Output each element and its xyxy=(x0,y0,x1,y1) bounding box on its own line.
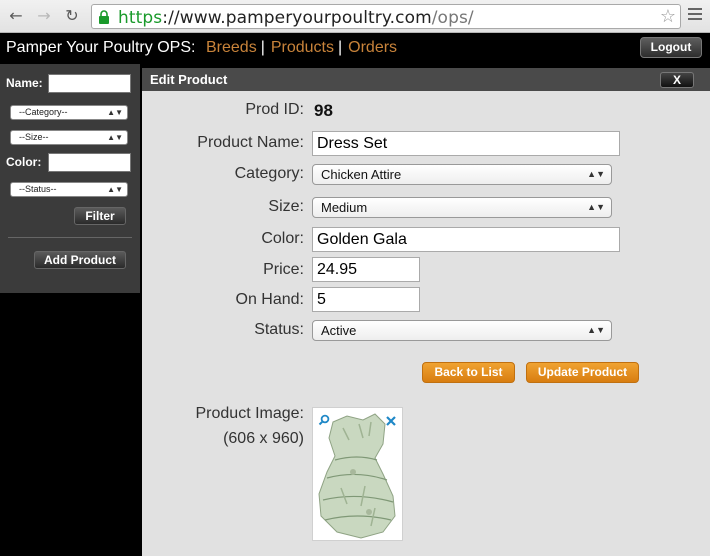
filter-sidebar: Name: --Category-- ▲▼ --Size-- ▲▼ Color: -… xyxy=(0,64,140,293)
select-arrows-icon: ▲▼ xyxy=(107,185,123,194)
category-label: Category: xyxy=(234,165,304,182)
product-image-label: Product Image: xyxy=(195,405,305,422)
name-filter-label: Name: xyxy=(6,76,43,90)
product-photo xyxy=(318,413,396,539)
edit-product-panel: Edit Product X Prod ID: 98 Product Name:… xyxy=(142,68,710,556)
nav-breeds-link[interactable]: Breeds xyxy=(206,39,257,56)
on-hand-label: On Hand: xyxy=(235,291,304,308)
status-select[interactable]: Active ▲▼ xyxy=(312,320,612,341)
size-filter-select[interactable]: --Size-- ▲▼ xyxy=(10,130,128,145)
sidebar-divider xyxy=(8,237,132,238)
color-filter-input[interactable] xyxy=(48,153,131,172)
status-filter-value: --Status-- xyxy=(19,184,57,194)
brand-title: Pamper Your Poultry OPS: xyxy=(6,39,196,56)
size-label: Size: xyxy=(268,198,304,215)
select-arrows-icon: ▲▼ xyxy=(587,169,605,179)
url-separator: :// xyxy=(162,8,180,28)
select-arrows-icon: ▲▼ xyxy=(587,325,605,335)
name-filter-input[interactable] xyxy=(48,74,131,93)
top-nav: Breeds | Products | Orders xyxy=(206,39,397,57)
product-image-dims: (606 x 960) xyxy=(223,430,304,447)
product-name-label: Product Name: xyxy=(197,134,304,151)
size-value: Medium xyxy=(321,200,368,215)
prod-id-value: 98 xyxy=(314,101,333,120)
nav-separator: | xyxy=(260,39,265,56)
bookmark-star-icon[interactable]: ☆ xyxy=(660,6,676,27)
back-arrow-icon[interactable]: ← xyxy=(6,6,26,26)
zoom-icon[interactable] xyxy=(318,414,330,426)
category-filter-select[interactable]: --Category-- ▲▼ xyxy=(10,105,128,120)
nav-separator: | xyxy=(338,39,343,56)
url-scheme: https xyxy=(118,8,163,28)
forward-arrow-icon[interactable]: → xyxy=(34,6,54,26)
logout-button[interactable]: Logout xyxy=(640,37,702,58)
color-filter-label: Color: xyxy=(6,155,42,169)
category-value: Chicken Attire xyxy=(321,167,402,182)
panel-header: Edit Product X xyxy=(142,68,710,91)
status-value: Active xyxy=(321,323,357,338)
filter-button[interactable]: Filter xyxy=(74,207,126,225)
select-arrows-icon: ▲▼ xyxy=(587,202,605,212)
product-image-thumbnail[interactable] xyxy=(312,407,403,541)
status-label: Status: xyxy=(254,321,304,338)
reload-icon[interactable]: ↻ xyxy=(62,6,82,26)
status-filter-select[interactable]: --Status-- ▲▼ xyxy=(10,182,128,197)
color-input[interactable]: Golden Gala xyxy=(312,227,620,252)
select-arrows-icon: ▲▼ xyxy=(107,133,123,142)
nav-products-link[interactable]: Products xyxy=(271,39,334,56)
price-label: Price: xyxy=(263,261,304,278)
url-path: /ops/ xyxy=(431,8,474,28)
remove-image-icon[interactable] xyxy=(385,415,397,427)
nav-orders-link[interactable]: Orders xyxy=(348,39,397,56)
category-filter-value: --Category-- xyxy=(19,107,68,117)
select-arrows-icon: ▲▼ xyxy=(107,108,123,117)
size-select[interactable]: Medium ▲▼ xyxy=(312,197,612,218)
product-name-input[interactable]: Dress Set xyxy=(312,131,620,156)
add-product-button[interactable]: Add Product xyxy=(34,251,126,269)
browser-toolbar: ← → ↻ https://www.pamperyourpoultry.com/… xyxy=(0,0,710,33)
color-label: Color: xyxy=(261,230,304,247)
browser-menu-icon[interactable] xyxy=(688,8,702,22)
app-header: Pamper Your Poultry OPS: Breeds | Products… xyxy=(0,33,710,64)
lock-icon xyxy=(99,10,109,24)
prod-id-label: Prod ID: xyxy=(245,101,304,118)
price-input[interactable]: 24.95 xyxy=(312,257,420,282)
url-text: https://www.pamperyourpoultry.com/ops/ xyxy=(118,8,474,28)
panel-title: Edit Product xyxy=(150,72,228,87)
size-filter-value: --Size-- xyxy=(19,132,49,142)
on-hand-input[interactable]: 5 xyxy=(312,287,420,312)
url-domain: www.pamperyourpoultry.com xyxy=(179,8,432,28)
address-bar[interactable]: https://www.pamperyourpoultry.com/ops/ ☆ xyxy=(91,4,681,29)
category-select[interactable]: Chicken Attire ▲▼ xyxy=(312,164,612,185)
close-button[interactable]: X xyxy=(660,72,694,88)
back-to-list-button[interactable]: Back to List xyxy=(422,362,515,383)
update-product-button[interactable]: Update Product xyxy=(526,362,639,383)
